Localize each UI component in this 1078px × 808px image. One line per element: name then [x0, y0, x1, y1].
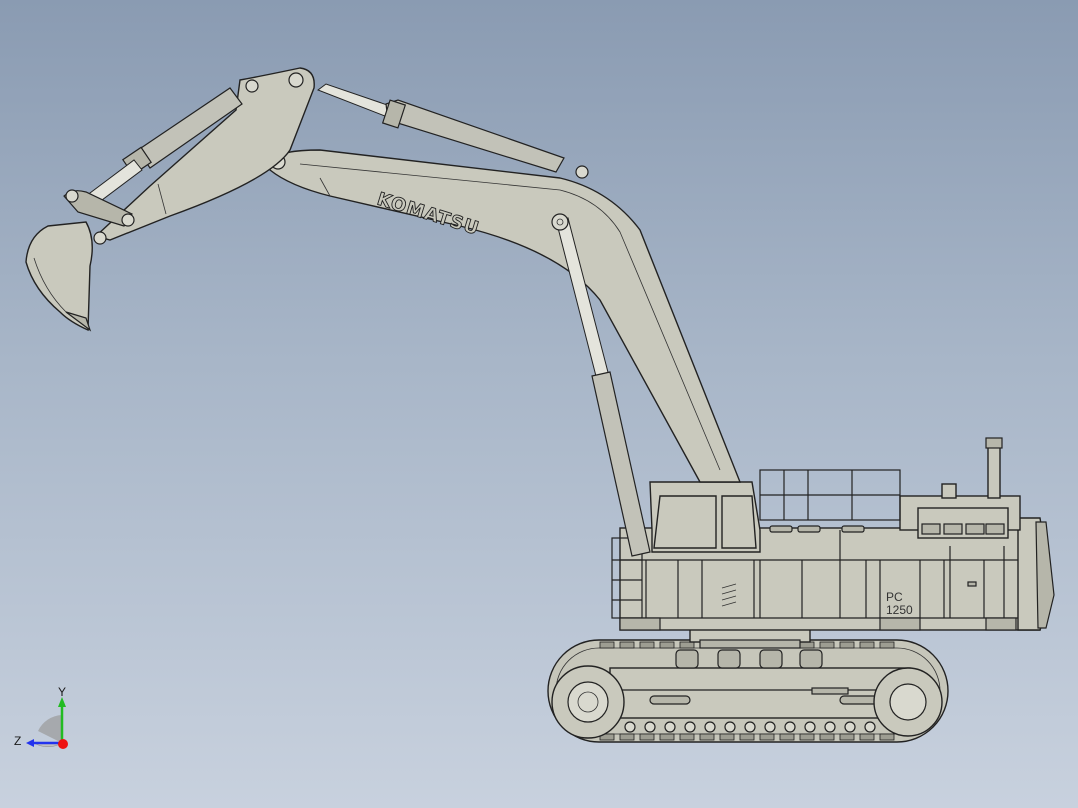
boom[interactable]: KOMATSU: [269, 149, 742, 483]
swing-circle: [689, 627, 811, 649]
z-axis-label: Z: [14, 734, 21, 748]
y-axis-label: Y: [58, 685, 66, 699]
triad-plane: [38, 715, 62, 743]
upper-structure[interactable]: [611, 437, 1055, 631]
coordinate-triad[interactable]: Y Z: [12, 685, 82, 755]
x-axis-origin-icon: [58, 739, 68, 749]
model-plate-line1: PC: [886, 590, 903, 604]
graphics-viewport[interactable]: PC 1250 KOMATSU Y Z: [0, 0, 1078, 808]
z-axis-arrow-icon: [26, 739, 34, 747]
bucket[interactable]: [25, 221, 93, 332]
model-plate-line2: 1250: [886, 603, 913, 617]
excavator-model[interactable]: PC 1250 KOMATSU: [0, 0, 1078, 808]
track-assembly[interactable]: [547, 639, 949, 743]
